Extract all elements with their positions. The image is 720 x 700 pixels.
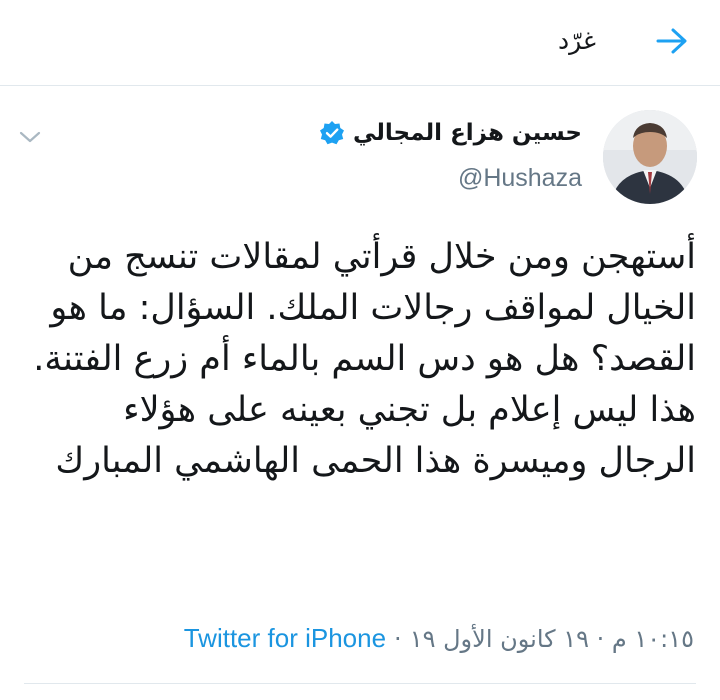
source-link[interactable]: Twitter for iPhone (184, 623, 386, 654)
tweet-text: أستهجن ومن خلال قرأتي لمقالات تنسج من ال… (33, 237, 696, 481)
verified-badge-icon (319, 120, 345, 146)
author-name[interactable]: حسين هزاع المجالي (353, 120, 582, 146)
divider (24, 683, 696, 684)
author-row: حسين هزاع المجالي (319, 120, 582, 146)
top-bar: غرّد (0, 0, 720, 86)
author-handle[interactable]: @Hushaza (458, 164, 582, 193)
meta-separator: · (394, 624, 402, 653)
page-title: غرّد (557, 26, 596, 55)
avatar[interactable] (603, 110, 697, 204)
tweet-timestamp: ١٠:١٥ م · ١٩ كانون الأول ١٩ (409, 624, 694, 653)
arrow-right-icon[interactable] (654, 24, 690, 58)
chevron-down-icon[interactable] (12, 122, 48, 152)
tweet-meta: ١٠:١٥ م · ١٩ كانون الأول ١٩ · Twitter fo… (184, 623, 694, 654)
